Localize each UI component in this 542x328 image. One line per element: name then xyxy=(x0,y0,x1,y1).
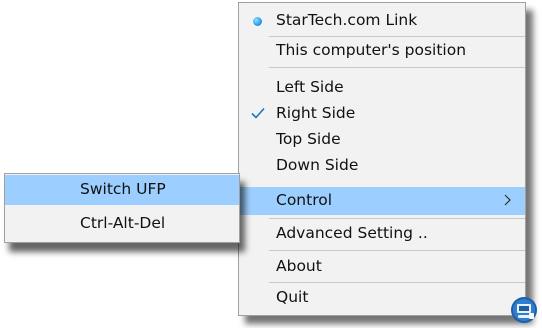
submenu-item-ctrl-alt-del[interactable]: Ctrl-Alt-Del xyxy=(5,209,239,239)
menu-item-top-side[interactable]: Top Side xyxy=(239,127,525,153)
context-menu: StarTech.com Link This computer's positi… xyxy=(238,2,526,316)
screen: StarTech.com Link This computer's positi… xyxy=(0,0,542,328)
menu-item-computer-position[interactable]: This computer's position xyxy=(239,38,525,64)
menu-separator xyxy=(269,250,525,251)
menu-item-startech-link[interactable]: StarTech.com Link xyxy=(239,8,525,34)
chevron-right-icon xyxy=(504,194,511,206)
menu-item-down-side[interactable]: Down Side xyxy=(239,153,525,179)
menu-item-control[interactable]: Control xyxy=(239,187,525,215)
startech-tray-icon[interactable] xyxy=(510,296,538,324)
menu-item-left-side[interactable]: Left Side xyxy=(239,75,525,101)
submenu-item-switch-ufp[interactable]: Switch UFP xyxy=(5,175,239,205)
menu-item-quit[interactable]: Quit xyxy=(239,285,525,311)
checkmark-icon xyxy=(251,107,265,119)
menu-item-right-side[interactable]: Right Side xyxy=(239,101,525,127)
control-submenu: Switch UFP Ctrl-Alt-Del xyxy=(4,173,240,243)
menu-separator xyxy=(269,218,525,219)
menu-separator xyxy=(269,67,525,68)
menu-item-advanced-setting[interactable]: Advanced Setting .. xyxy=(239,221,525,247)
menu-separator xyxy=(269,36,525,37)
startech-dot-icon xyxy=(253,17,262,26)
menu-item-about[interactable]: About xyxy=(239,254,525,280)
menu-separator xyxy=(269,282,525,283)
